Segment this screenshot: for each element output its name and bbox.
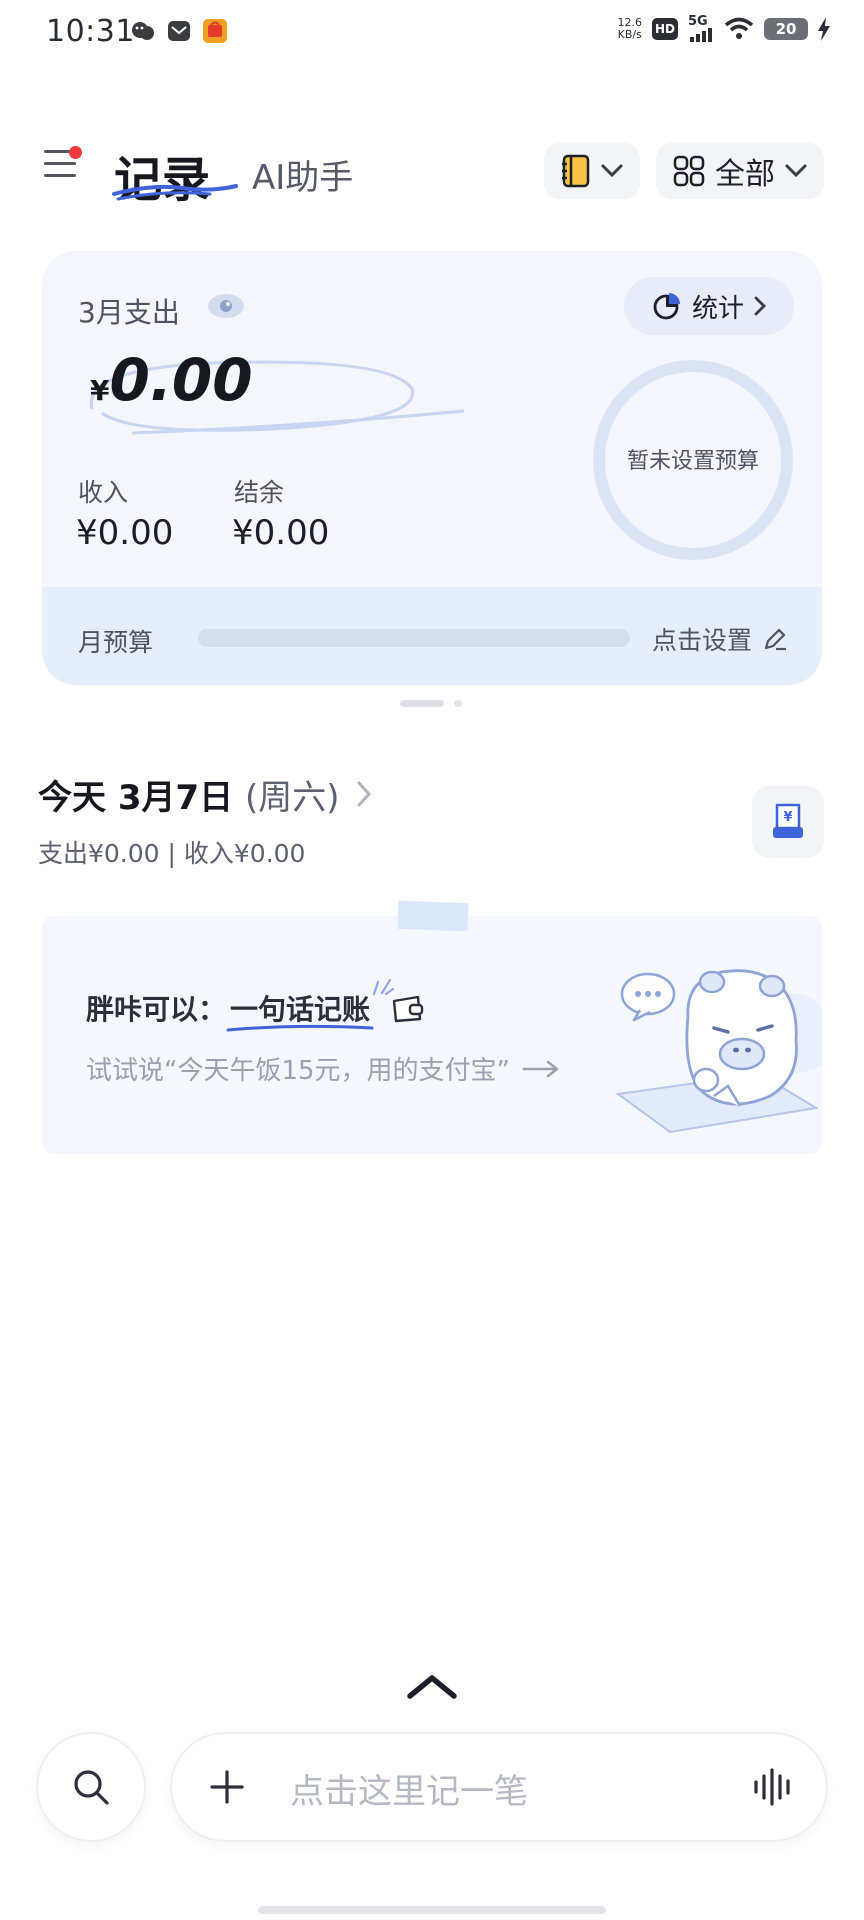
day-weekday: (周六) (245, 778, 340, 818)
filter-label: 全部 (715, 157, 775, 192)
balance-label: 结余 (234, 478, 285, 507)
net-speed: 12.6 KB/s (618, 17, 643, 41)
page-dot-active (400, 700, 444, 707)
monthly-budget-label: 月预算 (78, 628, 154, 657)
notification-icons (130, 18, 228, 44)
promo-subtitle-text: 试试说“今天午饭15元，用的支付宝” (86, 1056, 511, 1086)
battery-level: 20 (775, 20, 797, 38)
tab-ai-assistant[interactable]: AI助手 (252, 150, 353, 199)
quick-record-input[interactable]: 点击这里记一笔 (170, 1732, 828, 1842)
edit-pencil-icon (764, 628, 787, 651)
status-time: 10:31 (46, 14, 135, 49)
input-placeholder: 点击这里记一笔 (290, 1772, 528, 1812)
day-date: 今天 3月7日 (38, 778, 234, 818)
eye-icon[interactable] (206, 291, 246, 321)
filter-selector-button[interactable]: 全部 (656, 143, 824, 199)
charging-icon (818, 17, 830, 41)
budget-status-text: 暂未设置预算 (626, 449, 759, 474)
pie-chart-icon (653, 293, 680, 320)
wifi-icon (724, 17, 754, 39)
promo-title-highlight: 一句话记账 (226, 978, 395, 1032)
search-icon (74, 1770, 109, 1805)
menu-button[interactable] (44, 146, 86, 186)
grid-icon (673, 155, 705, 187)
income-label: 收入 (78, 478, 129, 507)
plus-icon[interactable] (208, 1768, 246, 1806)
day-summary: 支出¥0.00 | 收入¥0.00 (38, 839, 306, 868)
arrow-right-icon (522, 1060, 559, 1077)
statistics-button[interactable]: 统计 (624, 277, 794, 335)
battery-icon: 20 (764, 18, 808, 40)
receipt-icon: ¥ (773, 803, 803, 838)
chevron-down-icon (601, 164, 623, 178)
expense-value: 0.00 (109, 346, 253, 414)
promo-title-prefix: 胖咔可以： (86, 993, 227, 1026)
tab-underline-decoration (112, 184, 238, 201)
chevron-right-icon[interactable] (356, 780, 372, 808)
voice-waveform-icon[interactable] (752, 1768, 796, 1806)
chevron-down-icon (785, 164, 807, 178)
monthly-summary-card[interactable]: 3月支出 统计 ¥ 0.00 收入 ¥0.00 结余 ¥0.00 暂未设置预算 … (42, 251, 822, 685)
receipt-button[interactable]: ¥ (752, 786, 824, 858)
wechat-icon (132, 22, 154, 40)
promo-title: 胖咔可以： 一句话记账 (86, 978, 426, 1032)
promo-subtitle[interactable]: 试试说“今天午饭15元，用的支付宝” (86, 1050, 560, 1087)
mail-app-icon (168, 21, 190, 41)
notebook-icon (562, 154, 590, 188)
capybara-mascot-illustration (615, 969, 822, 1134)
month-expense-label: 3月支出 (78, 296, 180, 329)
tape-decoration (397, 900, 469, 932)
highlight-underline-decoration (226, 1024, 374, 1032)
home-indicator[interactable] (258, 1906, 606, 1914)
statistics-label: 统计 (691, 293, 744, 324)
status-indicators: 12.6 KB/s HD 5G 20 (618, 14, 830, 42)
signal-label: 5G (688, 14, 708, 29)
currency-symbol: ¥ (90, 374, 110, 407)
budget-progress-bar (198, 629, 630, 647)
search-button[interactable] (36, 1732, 146, 1842)
notification-dot (69, 146, 82, 159)
net-speed-unit: KB/s (617, 28, 642, 41)
sparkle-decoration (372, 978, 395, 996)
balance-value: ¥0.00 (232, 513, 330, 553)
income-value: ¥0.00 (76, 513, 174, 553)
card-page-indicator (400, 700, 462, 707)
ledger-selector-button[interactable] (544, 143, 640, 199)
expense-amount: ¥ 0.00 (76, 346, 253, 414)
signal-5g-icon: 5G (688, 14, 714, 42)
shopping-app-icon (203, 19, 227, 43)
page-dot (454, 700, 462, 707)
set-budget-link[interactable]: 点击设置 (652, 621, 788, 657)
hd-badge: HD (652, 18, 678, 40)
chevron-up-icon[interactable] (404, 1672, 460, 1702)
wallet-icon (392, 995, 424, 1023)
set-budget-label: 点击设置 (652, 626, 753, 655)
svg-text:¥: ¥ (783, 810, 792, 825)
chevron-right-icon (754, 296, 766, 316)
day-header[interactable]: 今天 3月7日 (周六) (38, 770, 340, 819)
